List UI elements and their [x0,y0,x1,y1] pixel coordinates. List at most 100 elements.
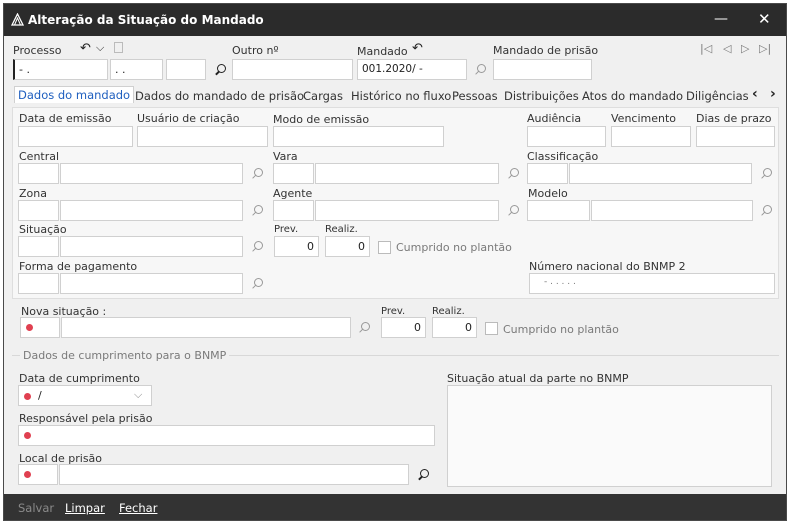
forma-pagamento-search-icon[interactable] [250,277,264,291]
agente-search-icon[interactable] [506,204,520,218]
limpar-button[interactable]: Limpar [65,501,105,515]
forma-pagamento-name-input[interactable] [60,273,243,294]
data-emissao-input[interactable] [18,126,133,147]
modelo-name-input[interactable] [591,200,753,221]
situacao-search-icon[interactable] [250,240,264,254]
cumprido-plantao-checkbox[interactable] [378,241,391,254]
minimize-button[interactable]: — [714,11,728,27]
tab-scroll-left-icon[interactable]: ‹ [752,86,758,102]
central-code-input[interactable] [18,163,59,184]
nova-prev-input[interactable]: 0 [381,317,426,338]
modo-emissao-input[interactable] [273,126,444,147]
outro-label: Outro nº [232,44,279,57]
tab-scroll-right-icon[interactable]: › [770,86,776,102]
mandado-search-icon[interactable] [473,63,487,77]
mandado-input[interactable]: 001.2020/ - [357,59,467,80]
footer-bar: Salvar Limpar Fechar [4,494,786,520]
central-search-icon[interactable] [250,167,264,181]
zona-code-input[interactable] [18,200,59,221]
document-icon[interactable] [114,42,123,53]
responsavel-input[interactable] [18,425,435,446]
tab-pessoas[interactable]: Pessoas [452,89,498,103]
processo-part2-input[interactable]: . . [110,59,163,80]
local-prisao-code-input[interactable] [18,464,58,485]
prev-input[interactable]: 0 [274,236,319,257]
next-record-icon[interactable]: ▷ [741,42,749,55]
usuario-criacao-input[interactable] [137,126,268,147]
mandado-prisao-label: Mandado de prisão [493,44,599,57]
chevron-down-icon[interactable]: ⌵ [134,388,142,402]
salvar-button[interactable]: Salvar [18,501,54,515]
modelo-search-icon[interactable] [759,204,773,218]
classificacao-code-input[interactable] [527,163,568,184]
zona-search-icon[interactable] [250,204,264,218]
nova-situacao-search-icon[interactable] [357,321,371,335]
vencimento-input[interactable] [611,126,691,147]
fechar-button[interactable]: Fechar [119,501,157,515]
central-name-input[interactable] [60,163,243,184]
tab-distribuicoes[interactable]: Distribuições [504,89,579,103]
last-record-icon[interactable]: ▷| [759,42,771,55]
previous-record-icon[interactable]: ◁ [723,42,731,55]
mandado-prisao-input[interactable] [493,59,592,80]
nova-situacao-code-input[interactable] [20,317,60,338]
nova-realiz-input[interactable]: 0 [432,317,477,338]
local-prisao-search-icon[interactable] [416,468,430,482]
modelo-label: Modelo [528,187,568,200]
audiencia-label: Audiência [527,112,582,125]
tab-diligencias[interactable]: Diligências [686,89,749,103]
tab-historico-fluxo[interactable]: Histórico no fluxo [351,89,451,103]
data-cumprimento-value: / [38,389,42,402]
modelo-code-input[interactable] [527,200,590,221]
audiencia-input[interactable] [527,126,606,147]
data-cumprimento-input[interactable]: / ⌵ [18,385,152,406]
tab-cargas[interactable]: Cargas [303,89,343,103]
local-prisao-name-input[interactable] [59,464,409,485]
bnmp-numero-input[interactable]: - . . . . . [529,273,775,294]
required-indicator [24,432,31,439]
zona-label: Zona [19,187,47,200]
usuario-criacao-label: Usuário de criação [137,112,240,125]
data-cumprimento-label: Data de cumprimento [19,372,140,385]
situacao-label: Situação [19,223,67,236]
situacao-code-input[interactable] [18,236,59,257]
close-button[interactable]: ✕ [758,10,771,28]
bnmp-group-label: Dados de cumprimento para o BNMP [20,349,230,362]
processo-part1-input[interactable]: - . [13,59,108,80]
vara-code-input[interactable] [273,163,314,184]
tab-dados-do-mandado[interactable]: Dados do mandado [14,86,135,103]
dias-prazo-input[interactable] [696,126,775,147]
cumprido-plantao-label: Cumprido no plantão [396,241,512,254]
dialog-window: Alteração da Situação do Mandado — ✕ Pro… [3,3,787,521]
vencimento-label: Vencimento [611,112,677,125]
realiz-input[interactable]: 0 [325,236,370,257]
outro-input[interactable] [232,59,353,80]
first-record-icon[interactable]: |◁ [700,42,712,55]
undo-icon[interactable]: ↶ [80,41,91,56]
tab-dados-mandado-prisao[interactable]: Dados do mandado de prisão [135,89,304,103]
vara-search-icon[interactable] [506,167,520,181]
processo-part3-input[interactable] [166,59,206,80]
zona-name-input[interactable] [60,200,243,221]
responsavel-label: Responsável pela prisão [19,412,153,425]
agente-code-input[interactable] [273,200,314,221]
agente-name-input[interactable] [315,200,499,221]
forma-pagamento-code-input[interactable] [18,273,59,294]
vara-name-input[interactable] [315,163,499,184]
data-emissao-label: Data de emissão [19,112,112,125]
tab-atos-do-mandado[interactable]: Atos do mandado [582,89,683,103]
mandado-undo-icon[interactable]: ↶ [412,41,423,56]
situacao-name-input[interactable] [60,236,243,257]
nova-prev-label: Prev. [381,306,406,317]
chevron-down-icon[interactable]: ⌵ [96,41,104,55]
modo-emissao-label: Modo de emissão [273,113,370,126]
bnmp-numero-label: Número nacional do BNMP 2 [529,260,686,273]
agente-label: Agente [273,187,313,200]
processo-search-icon[interactable] [213,63,227,77]
situacao-atual-box [447,385,772,487]
window-title: Alteração da Situação do Mandado [28,13,264,27]
nova-cumprido-checkbox[interactable] [485,322,498,335]
classificacao-name-input[interactable] [569,163,752,184]
nova-situacao-name-input[interactable] [61,317,351,338]
classificacao-search-icon[interactable] [759,167,773,181]
